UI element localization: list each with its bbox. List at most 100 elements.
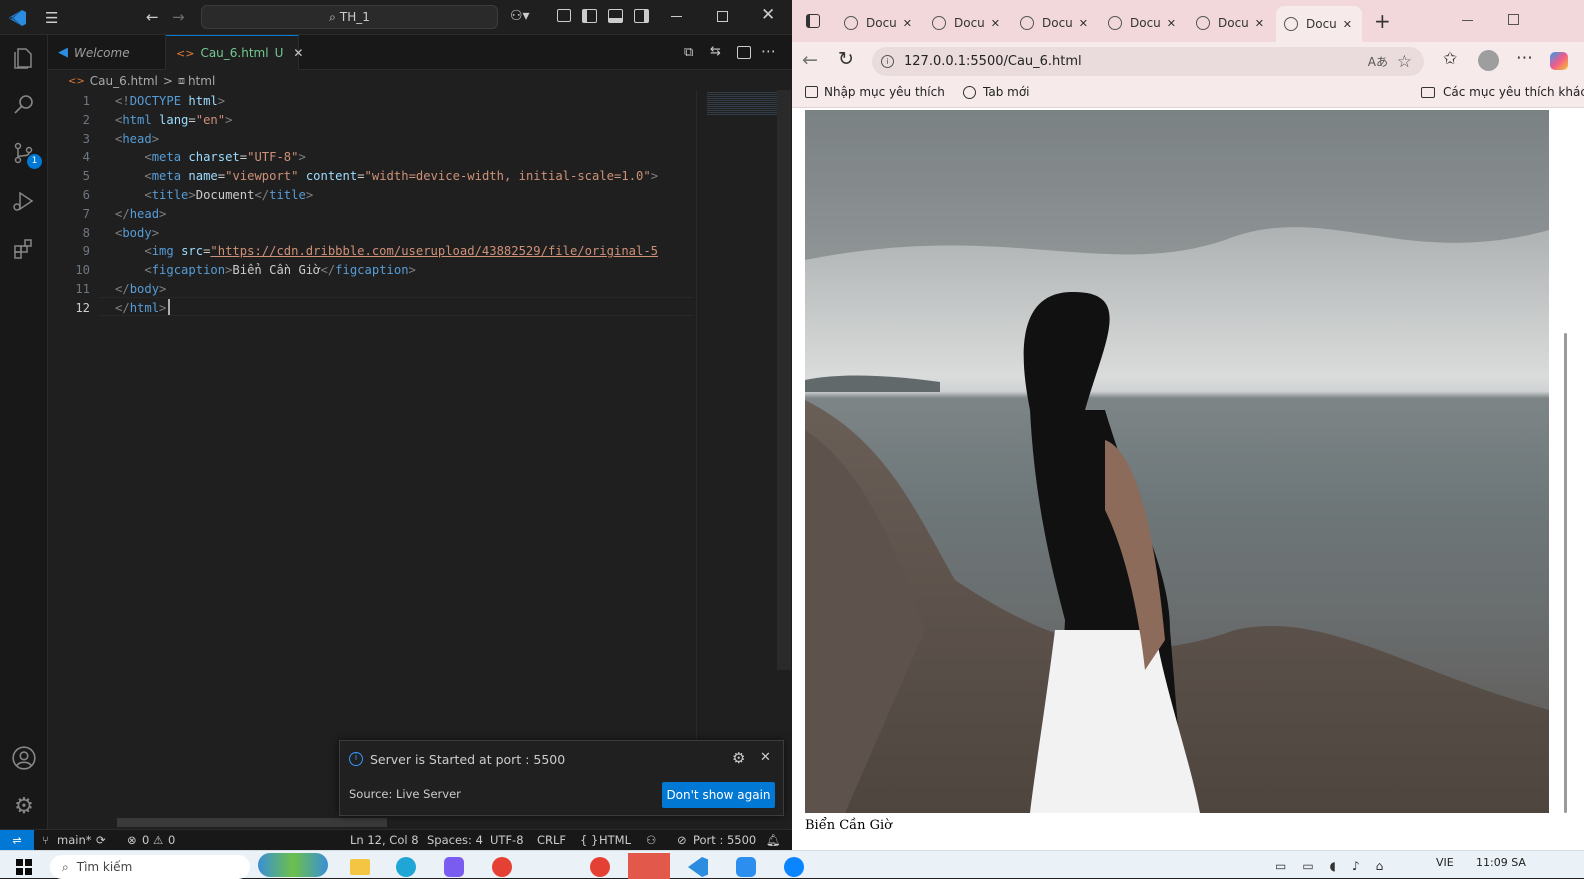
toggle-primary-sidebar-icon[interactable] (582, 9, 597, 23)
menu-icon[interactable]: ☰ (45, 9, 58, 27)
read-aloud-icon[interactable]: Aあ (1368, 53, 1388, 70)
favorites-item-new-tab[interactable]: Tab mới (963, 85, 1030, 99)
code-line[interactable]: <img src="https://cdn.dribbble.com/useru… (115, 244, 658, 258)
browser-tab[interactable]: Docu ✕ (1100, 7, 1186, 39)
code-line[interactable]: <title>Document</title> (115, 188, 313, 202)
run-debug-icon[interactable] (10, 187, 38, 215)
other-favorites[interactable]: Các mục yêu thích khác (1421, 85, 1584, 99)
tab-close-icon[interactable]: ✕ (293, 46, 303, 60)
customize-layout-icon[interactable] (557, 9, 571, 22)
dont-show-again-button[interactable]: Don't show again (662, 782, 775, 808)
code-line[interactable]: <figcaption>Biển Cần Giờ</figcaption> (115, 263, 416, 277)
code-line[interactable]: <!DOCTYPE html> (115, 94, 225, 108)
clock-time[interactable]: 11:09 SA (1476, 856, 1526, 869)
minimap[interactable] (696, 90, 778, 758)
indentation[interactable]: Spaces: 4 (427, 833, 483, 847)
back-icon[interactable]: ← (146, 8, 159, 26)
minimize-icon[interactable] (671, 16, 682, 17)
browser-tab-close-icon[interactable]: ✕ (1167, 17, 1176, 30)
forward-icon[interactable]: → (172, 8, 185, 26)
sync-icon[interactable]: ⟳ (96, 833, 106, 847)
app-red-icon[interactable] (628, 853, 670, 879)
file-explorer-icon[interactable] (350, 859, 370, 875)
branch-name[interactable]: main* (57, 833, 91, 847)
copilot-sidebar-icon[interactable] (1550, 52, 1568, 70)
url-text[interactable]: 127.0.0.1:5500/Cau_6.html (904, 54, 1082, 69)
code-line[interactable]: <html lang="en"> (115, 113, 232, 127)
open-preview-icon[interactable]: ⧉ (684, 45, 693, 60)
error-count[interactable]: 0 (142, 833, 149, 847)
copilot-app-icon[interactable] (444, 857, 464, 877)
search-icon[interactable] (10, 91, 38, 119)
language-mode[interactable]: HTML (599, 833, 631, 847)
browser-tab[interactable]: Docu ✕ (924, 7, 1010, 39)
input-language[interactable]: VIE (1436, 856, 1454, 869)
cursor-position[interactable]: Ln 12, Col 8 (350, 833, 419, 847)
split-editor-icon[interactable] (737, 46, 751, 59)
notifications-bell-icon[interactable]: 🔔︎ (766, 833, 781, 847)
code-line[interactable]: <body> (115, 226, 159, 240)
line-ending[interactable]: CRLF (537, 833, 566, 847)
compare-changes-icon[interactable]: ⇆ (710, 44, 721, 59)
toggle-secondary-sidebar-icon[interactable] (634, 9, 649, 23)
manage-gear-icon[interactable]: ⚙ (10, 792, 38, 820)
zalo-icon[interactable] (736, 857, 756, 877)
code-line[interactable]: </head> (115, 207, 166, 221)
browser-minimize-icon[interactable] (1462, 20, 1473, 21)
widget-earth-icon[interactable] (258, 853, 328, 877)
browser-maximize-icon[interactable] (1508, 14, 1519, 25)
horizontal-scrollbar[interactable] (117, 818, 387, 827)
favorites-icon[interactable]: ✩ (1443, 49, 1457, 69)
more-actions-icon[interactable]: ⋯ (761, 42, 776, 60)
browser-tab[interactable]: Docu ✕ (1188, 7, 1274, 39)
code-line[interactable]: <head> (115, 132, 159, 146)
maximize-icon[interactable] (717, 11, 728, 22)
refresh-icon[interactable]: ↻ (838, 48, 854, 70)
copilot-status-icon[interactable]: ⚇ (646, 833, 656, 847)
browser-tab-close-icon[interactable]: ✕ (1255, 17, 1264, 30)
browser-tab[interactable]: Docu ✕ (1276, 6, 1362, 42)
taskbar-search[interactable]: ⌕ Tìm kiếm (50, 855, 250, 879)
accounts-icon[interactable] (10, 744, 38, 772)
system-tray-icons[interactable]: ▭▭◖♪⌂ (1275, 859, 1399, 873)
chrome-icon[interactable] (492, 857, 512, 877)
explorer-icon[interactable] (10, 44, 38, 72)
start-windows-icon[interactable] (16, 859, 32, 875)
encoding[interactable]: UTF-8 (490, 833, 524, 847)
code-line[interactable]: <meta charset="UTF-8"> (115, 150, 305, 164)
notification-gear-icon[interactable]: ⚙ (732, 749, 745, 767)
vertical-scrollbar[interactable] (777, 90, 791, 670)
site-info-icon[interactable]: i (881, 55, 894, 68)
copilot-icon[interactable]: ⚇▾ (510, 8, 530, 24)
vscode-taskbar-icon[interactable] (688, 857, 708, 877)
tab-welcome[interactable]: ◀ Welcome (48, 35, 166, 70)
browser-tab-close-icon[interactable]: ✕ (991, 17, 1000, 30)
favorites-item-import[interactable]: Nhập mục yêu thích (805, 85, 945, 99)
live-server-port[interactable]: Port : 5500 (693, 833, 756, 847)
warning-count[interactable]: 0 (168, 833, 175, 847)
browser-tab[interactable]: Docu ✕ (1012, 7, 1098, 39)
address-bar[interactable]: i 127.0.0.1:5500/Cau_6.html Aあ ☆ (872, 47, 1424, 76)
code-line[interactable]: </body> (115, 282, 166, 296)
browser-tab[interactable]: Docu ✕ (836, 7, 922, 39)
browser-tab-close-icon[interactable]: ✕ (903, 17, 912, 30)
toggle-panel-icon[interactable] (608, 9, 623, 23)
browser-back-icon[interactable]: ← (802, 49, 818, 71)
tab-cau6-html[interactable]: <> Cau_6.html U ✕ (166, 35, 303, 70)
code-line[interactable]: <meta name="viewport" content="width=dev… (115, 169, 658, 183)
chrome-profile-icon[interactable] (590, 857, 610, 877)
code-editor[interactable]: <> Cau_6.html > ⧈ html 1 2 3 4 5 6 7 8 9 10 11 12 <… (48, 70, 792, 829)
browser-tab-close-icon[interactable]: ✕ (1079, 17, 1088, 30)
edge-icon[interactable] (396, 857, 416, 877)
messenger-icon[interactable] (784, 857, 804, 877)
profile-avatar[interactable] (1478, 50, 1499, 71)
source-control-icon[interactable]: 1 (10, 139, 42, 169)
close-icon[interactable]: ✕ (761, 5, 775, 25)
command-center-search[interactable]: ⌕ TH_1 (201, 5, 498, 29)
favorite-star-icon[interactable]: ☆ (1397, 52, 1412, 72)
browser-tab-close-icon[interactable]: ✕ (1343, 18, 1352, 31)
remote-indicator[interactable]: ⇌ (0, 830, 34, 850)
tab-actions-icon[interactable] (806, 14, 820, 28)
notification-close-icon[interactable]: ✕ (760, 750, 771, 765)
page-scrollbar[interactable] (1564, 333, 1567, 813)
